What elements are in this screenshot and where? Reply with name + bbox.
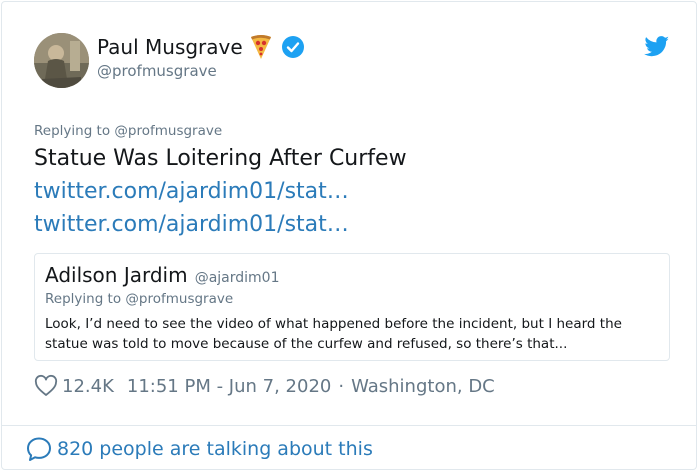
quoted-tweet[interactable]: Adilson Jardim @ajardim01 Replying to @p… bbox=[34, 253, 670, 361]
tweet-link-1[interactable]: twitter.com/ajardim01/stat… bbox=[34, 179, 349, 204]
location[interactable]: Washington, DC bbox=[351, 376, 495, 397]
quoted-author-handle: @ajardim01 bbox=[194, 270, 280, 286]
tweet-meta: 12.4K 11:51 PM - Jun 7, 2020 · Washingto… bbox=[34, 374, 495, 398]
like-count[interactable]: 12.4K bbox=[62, 376, 114, 397]
heart-icon[interactable] bbox=[34, 374, 58, 398]
avatar-image bbox=[34, 33, 89, 88]
author-handle[interactable]: @profmusgrave bbox=[97, 62, 217, 80]
pizza-icon bbox=[249, 34, 273, 60]
conversation-text[interactable]: 820 people are talking about this bbox=[57, 438, 373, 460]
verified-badge-icon bbox=[281, 35, 305, 59]
speech-bubble-icon bbox=[26, 436, 52, 462]
quoted-tweet-text: Look, I’d need to see the video of what … bbox=[45, 316, 622, 352]
divider bbox=[2, 425, 696, 426]
quoted-replying-to: Replying to @profmusgrave bbox=[45, 291, 234, 307]
avatar[interactable] bbox=[34, 33, 89, 88]
timestamp[interactable]: 11:51 PM - Jun 7, 2020 bbox=[127, 376, 331, 397]
author-name[interactable]: Paul Musgrave bbox=[97, 35, 243, 59]
twitter-bird-icon[interactable] bbox=[644, 36, 670, 58]
tweet-link-2[interactable]: twitter.com/ajardim01/stat… bbox=[34, 212, 349, 237]
quoted-tweet-header: Adilson Jardim @ajardim01 bbox=[45, 263, 279, 287]
author-row: Paul Musgrave bbox=[97, 34, 305, 60]
meta-separator: · bbox=[338, 375, 345, 397]
replying-to[interactable]: Replying to @profmusgrave bbox=[34, 123, 222, 139]
tweet-text: Statue Was Loitering After Curfew bbox=[34, 146, 407, 171]
quoted-author-name: Adilson Jardim bbox=[45, 263, 188, 287]
tweet-card: Paul Musgrave @profmusgrave Replying to … bbox=[1, 1, 697, 470]
conversation-link[interactable]: 820 people are talking about this bbox=[26, 436, 373, 462]
